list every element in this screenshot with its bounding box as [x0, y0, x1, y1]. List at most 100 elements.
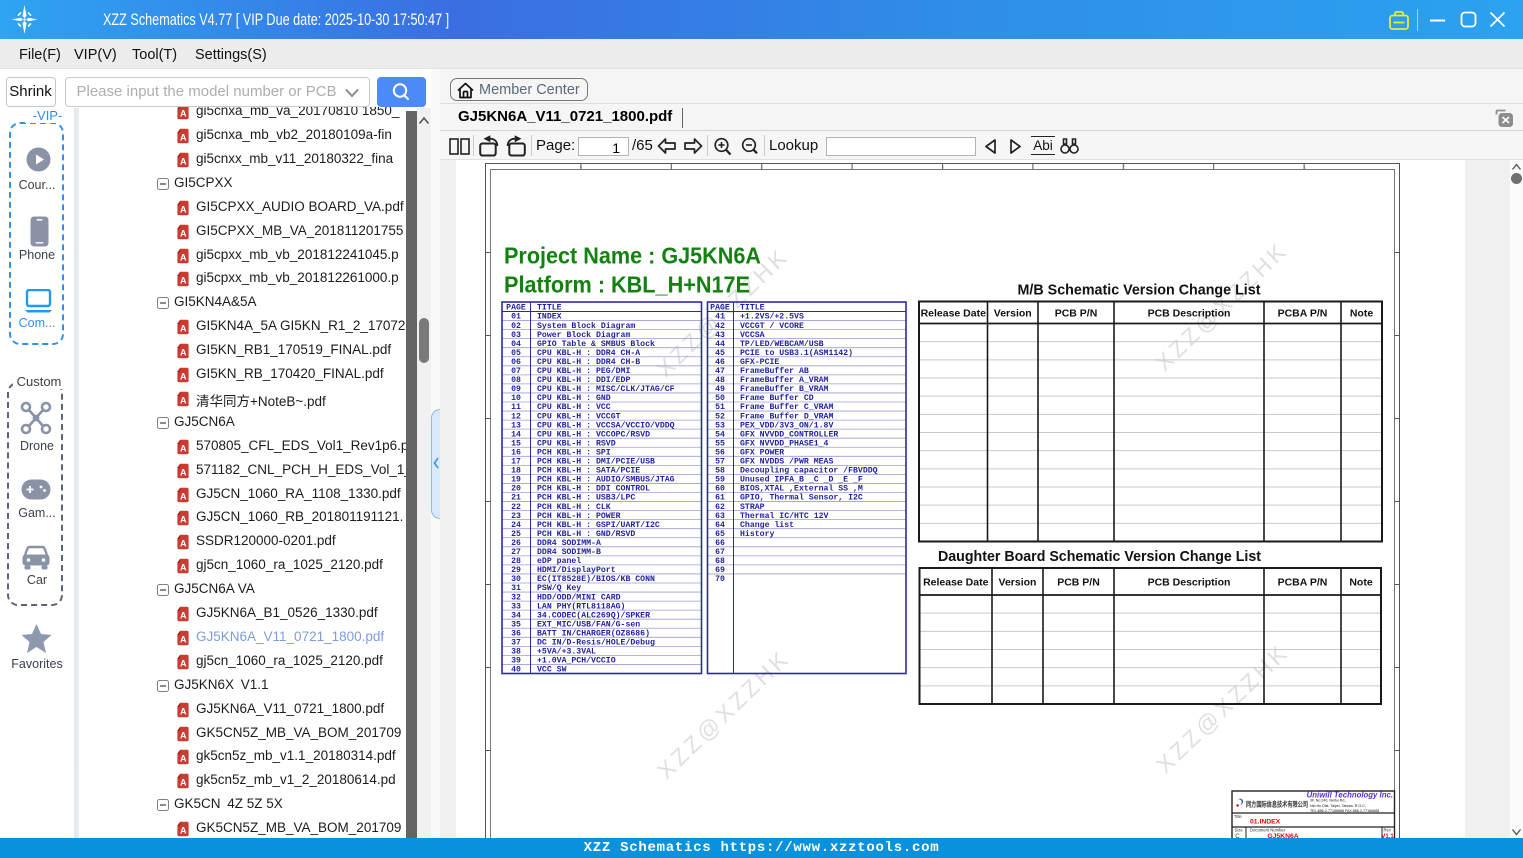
svg-text:50: 50	[715, 394, 725, 403]
svg-text:Decoupling capacitor /FBVDDQ: Decoupling capacitor /FBVDDQ	[740, 466, 878, 476]
svg-text:A: A	[180, 443, 187, 453]
svg-text:DC IN/D-Resis/HOLE/Debug: DC IN/D-Resis/HOLE/Debug	[537, 638, 655, 648]
svg-text:Frame Buffer D_VRAM: Frame Buffer D_VRAM	[740, 411, 833, 421]
svg-text:Thermal IC/HTC 12V: Thermal IC/HTC 12V	[740, 511, 829, 521]
svg-text:02: 02	[511, 322, 521, 331]
svg-text:FrameBuffer B_VRAM: FrameBuffer B_VRAM	[740, 384, 829, 394]
svg-text:A: A	[180, 467, 187, 477]
svg-text:TP/LED/WEBCAM/USB: TP/LED/WEBCAM/USB	[740, 339, 824, 349]
svg-text:+5VA/+3.3VAL: +5VA/+3.3VAL	[537, 647, 596, 657]
svg-text:44: 44	[715, 340, 725, 349]
svg-text:A: A	[180, 347, 187, 357]
svg-text:Release Date: Release Date	[923, 576, 989, 588]
svg-text:PCH KBL-H : USB3/LPC: PCH KBL-H : USB3/LPC	[537, 493, 635, 503]
svg-text:BIOS,XTAL ,External SS ,M: BIOS,XTAL ,External SS ,M	[740, 484, 863, 494]
svg-text:Platform : KBL_H+N17E: Platform : KBL_H+N17E	[504, 272, 750, 298]
svg-text:66: 66	[715, 539, 725, 548]
svg-text:DDR4 SODIMM-A: DDR4 SODIMM-A	[537, 539, 601, 548]
svg-text:A: A	[180, 491, 187, 501]
svg-text:25: 25	[511, 530, 521, 539]
svg-text:PCH KBL-H : SATA/PCIE: PCH KBL-H : SATA/PCIE	[537, 466, 640, 476]
svg-text:A: A	[180, 706, 187, 716]
svg-text:5: 5	[580, 164, 583, 169]
svg-text:45: 45	[715, 349, 725, 358]
svg-text:19: 19	[511, 476, 521, 485]
svg-text:64: 64	[715, 521, 725, 530]
svg-text:08: 08	[511, 376, 521, 385]
svg-text:31: 31	[511, 584, 521, 593]
svg-text:49: 49	[715, 385, 725, 394]
svg-text:05: 05	[511, 349, 521, 358]
svg-text:03: 03	[511, 331, 521, 340]
svg-text:CPU KBL-H : GND: CPU KBL-H : GND	[537, 394, 611, 403]
svg-text:TEL:886-2-77186888 FAX:88: TEL:886-2-77186888 FAX:886-2-77186888	[1310, 809, 1379, 813]
svg-text:XZZ@XZZHK: XZZ@XZZHK	[1151, 639, 1294, 778]
svg-text:CPU KBL-H : PEG/DMI: CPU KBL-H : PEG/DMI	[537, 366, 630, 376]
svg-text:TITLE: TITLE	[537, 303, 562, 312]
svg-text:16: 16	[511, 448, 521, 457]
svg-text:3F, No.240, Neihu Rd.,: 3F, No.240, Neihu Rd.,	[1310, 799, 1346, 803]
svg-text:Nei-Hu Dist. Taipei, Taiwan: Nei-Hu Dist. Taipei, Taiwan. R.O.C.	[1310, 804, 1366, 808]
svg-text:2: 2	[1123, 164, 1126, 169]
svg-text:52: 52	[715, 412, 725, 421]
svg-text:INDEX: INDEX	[537, 313, 562, 322]
svg-text:33: 33	[511, 602, 521, 611]
svg-text:FrameBuffer A_VRAM: FrameBuffer A_VRAM	[740, 375, 829, 385]
svg-text:27: 27	[511, 548, 521, 557]
svg-text:DDR4 SODIMM-B: DDR4 SODIMM-B	[537, 548, 601, 557]
svg-text:14: 14	[511, 430, 521, 439]
svg-text:A: A	[180, 562, 187, 572]
svg-text:13: 13	[511, 421, 521, 430]
svg-text:Note: Note	[1349, 576, 1372, 588]
svg-text:PCH KBL-H : DDI CONTROL: PCH KBL-H : DDI CONTROL	[537, 485, 650, 494]
svg-text:A: A	[180, 515, 187, 525]
svg-text:A: A	[180, 371, 187, 381]
svg-text:CPU KBL-H : RSVD: CPU KBL-H : RSVD	[537, 439, 616, 448]
svg-text:24: 24	[511, 521, 521, 530]
svg-text:A: A	[180, 778, 187, 788]
svg-text:1: 1	[1304, 164, 1307, 169]
svg-text:Frame Buffer C_VRAM: Frame Buffer C_VRAM	[740, 402, 833, 412]
svg-text:PCH KBL-H : POWER: PCH KBL-H : POWER	[537, 512, 621, 521]
svg-text:29: 29	[511, 566, 521, 575]
svg-text:A: A	[180, 276, 187, 286]
svg-text:PCH KBL-H : CLK: PCH KBL-H : CLK	[537, 503, 611, 512]
svg-text:同方国际信息技术有限公司: 同方国际信息技术有限公司	[1246, 800, 1308, 809]
svg-text:+1.2VS/+2.5VS: +1.2VS/+2.5VS	[740, 312, 804, 322]
svg-text:CPU KBL-H : VCCSA/VCCIO/VDDQ: CPU KBL-H : VCCSA/VCCIO/VDDQ	[537, 420, 675, 430]
svg-text:Unused IPFA_B _C _D _E _F: Unused IPFA_B _C _D _E _F	[740, 475, 863, 485]
svg-text:56: 56	[715, 448, 725, 457]
svg-text:PAGE: PAGE	[710, 303, 730, 312]
svg-text:LAN PHY(RTL8118AG): LAN PHY(RTL8118AG)	[537, 601, 625, 611]
svg-text:Document Number: Document Number	[1250, 827, 1286, 832]
svg-text:HDMI/DisplayPort: HDMI/DisplayPort	[537, 565, 616, 575]
svg-text:System Block Diagram: System Block Diagram	[537, 321, 635, 331]
svg-text:A: A	[180, 204, 187, 214]
svg-text:23: 23	[511, 512, 521, 521]
svg-text:GFX-PCIE: GFX-PCIE	[740, 358, 779, 367]
svg-text:21: 21	[511, 494, 521, 503]
svg-text:41: 41	[715, 313, 725, 322]
svg-text:57: 57	[715, 458, 725, 467]
svg-text:69: 69	[715, 566, 725, 575]
svg-text:51: 51	[715, 403, 725, 412]
svg-text:47: 47	[715, 367, 725, 376]
svg-text:PAGE: PAGE	[506, 303, 526, 312]
svg-text:GFX NVVDD_PHASE1_4: GFX NVVDD_PHASE1_4	[740, 439, 829, 448]
svg-text:63: 63	[715, 512, 725, 521]
svg-text:17: 17	[511, 458, 521, 467]
svg-text:42: 42	[715, 322, 725, 331]
svg-text:XZZ@XZZHK: XZZ@XZZHK	[652, 645, 795, 784]
svg-text:09: 09	[511, 385, 521, 394]
svg-text:40: 40	[511, 666, 521, 675]
svg-text:CPU KBL-H : DDR4 CH-A: CPU KBL-H : DDR4 CH-A	[537, 349, 640, 358]
svg-text:38: 38	[511, 648, 521, 657]
svg-text:53: 53	[715, 421, 725, 430]
svg-text:30: 30	[511, 575, 521, 584]
svg-text:32: 32	[511, 593, 521, 602]
svg-text:A: A	[180, 132, 187, 142]
svg-text:PCH KBL-H : AUDIO/SMBUS/JTAG: PCH KBL-H : AUDIO/SMBUS/JTAG	[537, 475, 675, 485]
svg-text:A: A	[180, 610, 187, 620]
svg-text:A: A	[180, 658, 187, 668]
svg-text:History: History	[740, 529, 774, 539]
